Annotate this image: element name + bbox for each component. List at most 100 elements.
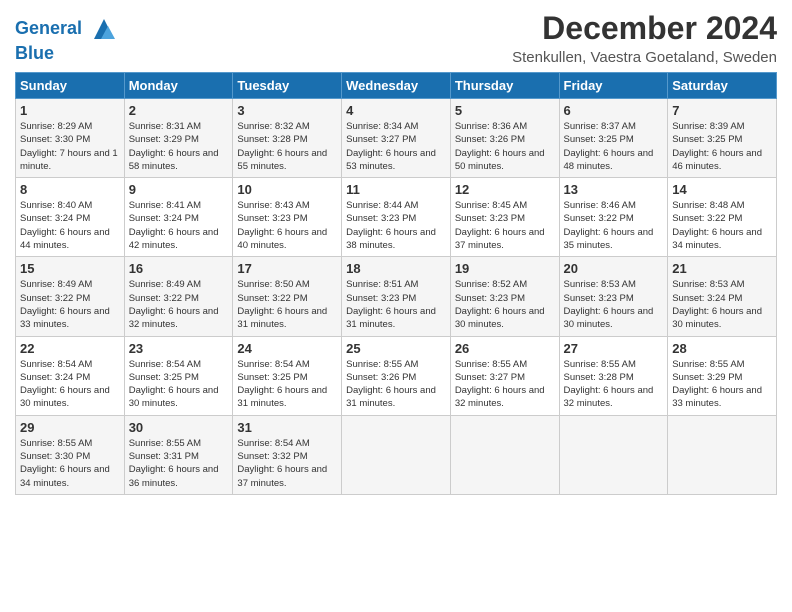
calendar-cell: 1 Sunrise: 8:29 AMSunset: 3:30 PMDaylight… bbox=[16, 99, 125, 178]
calendar-cell: 26 Sunrise: 8:55 AMSunset: 3:27 PMDayligh… bbox=[450, 336, 559, 415]
day-info: Sunrise: 8:51 AMSunset: 3:23 PMDaylight:… bbox=[346, 278, 446, 331]
calendar-cell: 3Sunrise: 8:32 AMSunset: 3:28 PMDaylight… bbox=[233, 99, 342, 178]
day-info: Sunrise: 8:49 AMSunset: 3:22 PMDaylight:… bbox=[129, 278, 229, 331]
day-info: Sunrise: 8:55 AMSunset: 3:28 PMDaylight:… bbox=[564, 358, 664, 411]
title-block: December 2024 Stenkullen, Vaestra Goetal… bbox=[512, 10, 777, 66]
day-info: Sunrise: 8:41 AMSunset: 3:24 PMDaylight:… bbox=[129, 199, 229, 252]
logo-icon bbox=[89, 14, 119, 44]
calendar-cell: 27 Sunrise: 8:55 AMSunset: 3:28 PMDayligh… bbox=[559, 336, 668, 415]
location-title: Stenkullen, Vaestra Goetaland, Sweden bbox=[512, 49, 777, 66]
calendar-cell: 20 Sunrise: 8:53 AMSunset: 3:23 PMDayligh… bbox=[559, 257, 668, 336]
day-number: 7 bbox=[672, 103, 772, 118]
calendar-cell: 11Sunrise: 8:44 AMSunset: 3:23 PMDayligh… bbox=[342, 178, 451, 257]
day-number: 20 bbox=[564, 261, 664, 276]
day-info: Sunrise: 8:50 AMSunset: 3:22 PMDaylight:… bbox=[237, 278, 337, 331]
calendar-cell: 13 Sunrise: 8:46 AMSunset: 3:22 PMDayligh… bbox=[559, 178, 668, 257]
day-info: Sunrise: 8:31 AMSunset: 3:29 PMDaylight:… bbox=[129, 120, 229, 173]
day-number: 22 bbox=[20, 341, 120, 356]
day-info: Sunrise: 8:55 AMSunset: 3:31 PMDaylight:… bbox=[129, 437, 229, 490]
day-info: Sunrise: 8:46 AMSunset: 3:22 PMDaylight:… bbox=[564, 199, 664, 252]
day-info: Sunrise: 8:55 AMSunset: 3:27 PMDaylight:… bbox=[455, 358, 555, 411]
day-number: 15 bbox=[20, 261, 120, 276]
day-number: 10 bbox=[237, 182, 337, 197]
day-number: 9 bbox=[129, 182, 229, 197]
page-container: General Blue December 2024 Stenkullen, V… bbox=[0, 0, 792, 505]
day-info: Sunrise: 8:54 AMSunset: 3:32 PMDaylight:… bbox=[237, 437, 337, 490]
calendar-cell bbox=[559, 415, 668, 494]
calendar-cell bbox=[668, 415, 777, 494]
calendar-cell: 25 Sunrise: 8:55 AMSunset: 3:26 PMDayligh… bbox=[342, 336, 451, 415]
calendar-cell: 5 Sunrise: 8:36 AMSunset: 3:26 PMDaylight… bbox=[450, 99, 559, 178]
day-number: 18 bbox=[346, 261, 446, 276]
day-info: Sunrise: 8:39 AMSunset: 3:25 PMDaylight:… bbox=[672, 120, 772, 173]
day-number: 17 bbox=[237, 261, 337, 276]
calendar-cell: 6Sunrise: 8:37 AMSunset: 3:25 PMDaylight… bbox=[559, 99, 668, 178]
calendar-week-3: 15 Sunrise: 8:49 AMSunset: 3:22 PMDayligh… bbox=[16, 257, 777, 336]
day-info: Sunrise: 8:53 AMSunset: 3:23 PMDaylight:… bbox=[564, 278, 664, 331]
day-info: Sunrise: 8:29 AMSunset: 3:30 PMDaylight:… bbox=[20, 120, 120, 173]
logo-text: General bbox=[15, 14, 119, 44]
header-thursday: Thursday bbox=[450, 73, 559, 99]
day-info: Sunrise: 8:55 AMSunset: 3:26 PMDaylight:… bbox=[346, 358, 446, 411]
logo-general: General bbox=[15, 18, 82, 38]
calendar-table: SundayMondayTuesdayWednesdayThursdayFrid… bbox=[15, 72, 777, 495]
calendar-cell: 23 Sunrise: 8:54 AMSunset: 3:25 PMDayligh… bbox=[124, 336, 233, 415]
calendar-cell: 28 Sunrise: 8:55 AMSunset: 3:29 PMDayligh… bbox=[668, 336, 777, 415]
day-number: 25 bbox=[346, 341, 446, 356]
calendar-cell bbox=[342, 415, 451, 494]
header-tuesday: Tuesday bbox=[233, 73, 342, 99]
calendar-cell: 22 Sunrise: 8:54 AMSunset: 3:24 PMDayligh… bbox=[16, 336, 125, 415]
day-number: 13 bbox=[564, 182, 664, 197]
day-number: 14 bbox=[672, 182, 772, 197]
day-info: Sunrise: 8:54 AMSunset: 3:24 PMDaylight:… bbox=[20, 358, 120, 411]
day-info: Sunrise: 8:49 AMSunset: 3:22 PMDaylight:… bbox=[20, 278, 120, 331]
day-number: 5 bbox=[455, 103, 555, 118]
day-info: Sunrise: 8:52 AMSunset: 3:23 PMDaylight:… bbox=[455, 278, 555, 331]
header-monday: Monday bbox=[124, 73, 233, 99]
day-number: 24 bbox=[237, 341, 337, 356]
header-saturday: Saturday bbox=[668, 73, 777, 99]
calendar-cell: 24 Sunrise: 8:54 AMSunset: 3:25 PMDayligh… bbox=[233, 336, 342, 415]
day-number: 19 bbox=[455, 261, 555, 276]
header-sunday: Sunday bbox=[16, 73, 125, 99]
month-title: December 2024 bbox=[512, 10, 777, 47]
logo-blue: Blue bbox=[15, 44, 119, 64]
day-info: Sunrise: 8:36 AMSunset: 3:26 PMDaylight:… bbox=[455, 120, 555, 173]
day-number: 23 bbox=[129, 341, 229, 356]
day-number: 27 bbox=[564, 341, 664, 356]
calendar-cell: 29 Sunrise: 8:55 AMSunset: 3:30 PMDayligh… bbox=[16, 415, 125, 494]
calendar-cell: 21Sunrise: 8:53 AMSunset: 3:24 PMDayligh… bbox=[668, 257, 777, 336]
calendar-week-2: 8Sunrise: 8:40 AMSunset: 3:24 PMDaylight… bbox=[16, 178, 777, 257]
day-info: Sunrise: 8:44 AMSunset: 3:23 PMDaylight:… bbox=[346, 199, 446, 252]
logo: General Blue bbox=[15, 14, 119, 64]
day-info: Sunrise: 8:43 AMSunset: 3:23 PMDaylight:… bbox=[237, 199, 337, 252]
calendar-cell: 18 Sunrise: 8:51 AMSunset: 3:23 PMDayligh… bbox=[342, 257, 451, 336]
calendar-header-row: SundayMondayTuesdayWednesdayThursdayFrid… bbox=[16, 73, 777, 99]
header-friday: Friday bbox=[559, 73, 668, 99]
day-info: Sunrise: 8:54 AMSunset: 3:25 PMDaylight:… bbox=[237, 358, 337, 411]
day-info: Sunrise: 8:55 AMSunset: 3:29 PMDaylight:… bbox=[672, 358, 772, 411]
day-number: 31 bbox=[237, 420, 337, 435]
day-number: 30 bbox=[129, 420, 229, 435]
day-info: Sunrise: 8:32 AMSunset: 3:28 PMDaylight:… bbox=[237, 120, 337, 173]
day-info: Sunrise: 8:37 AMSunset: 3:25 PMDaylight:… bbox=[564, 120, 664, 173]
day-number: 16 bbox=[129, 261, 229, 276]
header: General Blue December 2024 Stenkullen, V… bbox=[15, 10, 777, 66]
day-number: 28 bbox=[672, 341, 772, 356]
calendar-cell: 14Sunrise: 8:48 AMSunset: 3:22 PMDayligh… bbox=[668, 178, 777, 257]
header-wednesday: Wednesday bbox=[342, 73, 451, 99]
day-number: 4 bbox=[346, 103, 446, 118]
day-number: 8 bbox=[20, 182, 120, 197]
day-info: Sunrise: 8:54 AMSunset: 3:25 PMDaylight:… bbox=[129, 358, 229, 411]
day-info: Sunrise: 8:55 AMSunset: 3:30 PMDaylight:… bbox=[20, 437, 120, 490]
calendar-cell: 12Sunrise: 8:45 AMSunset: 3:23 PMDayligh… bbox=[450, 178, 559, 257]
day-number: 29 bbox=[20, 420, 120, 435]
calendar-cell: 17 Sunrise: 8:50 AMSunset: 3:22 PMDayligh… bbox=[233, 257, 342, 336]
calendar-cell bbox=[450, 415, 559, 494]
calendar-week-1: 1 Sunrise: 8:29 AMSunset: 3:30 PMDaylight… bbox=[16, 99, 777, 178]
day-number: 26 bbox=[455, 341, 555, 356]
calendar-cell: 15 Sunrise: 8:49 AMSunset: 3:22 PMDayligh… bbox=[16, 257, 125, 336]
day-number: 1 bbox=[20, 103, 120, 118]
calendar-cell: 7 Sunrise: 8:39 AMSunset: 3:25 PMDaylight… bbox=[668, 99, 777, 178]
day-number: 21 bbox=[672, 261, 772, 276]
